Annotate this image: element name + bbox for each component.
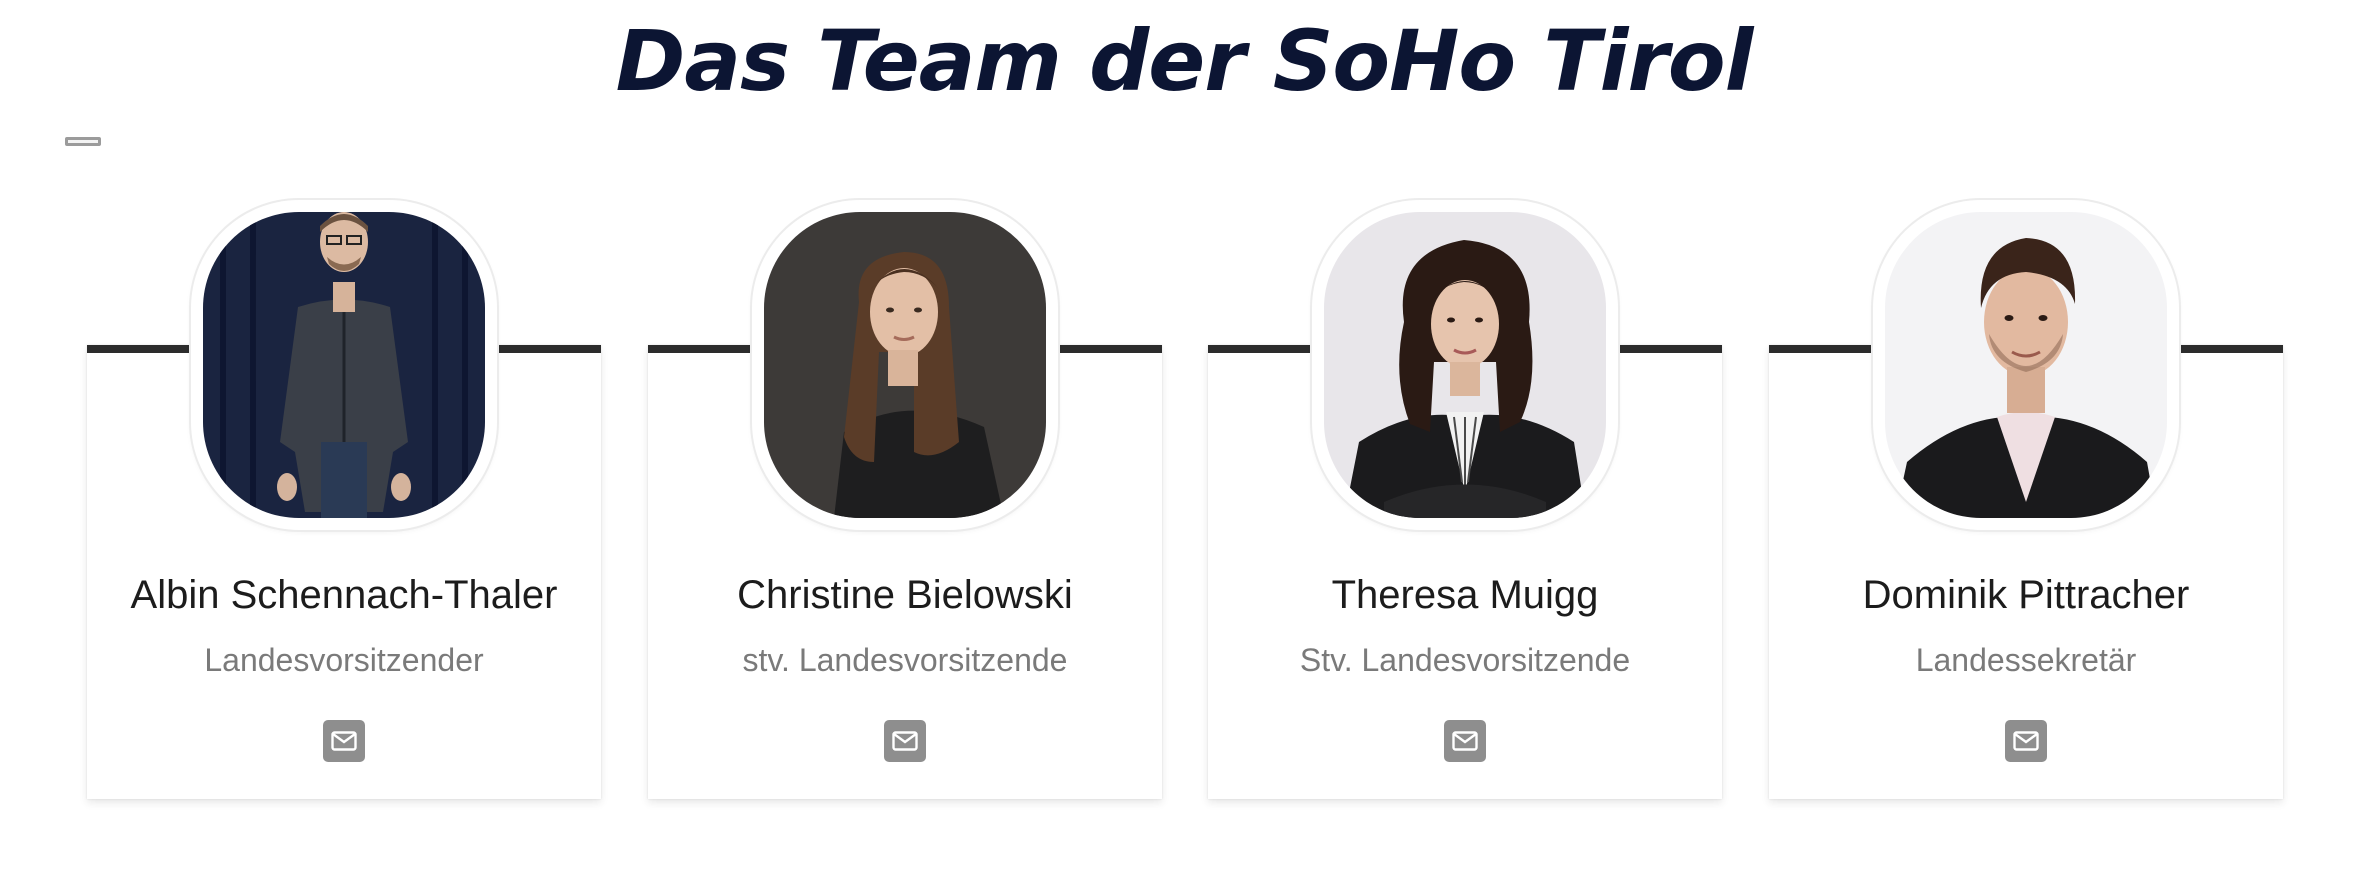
team-card: Dominik Pittracher Landessekretär bbox=[1769, 200, 2283, 800]
member-name: Christine Bielowski bbox=[737, 573, 1073, 617]
slider-control[interactable] bbox=[65, 137, 101, 146]
mail-button[interactable] bbox=[1444, 720, 1486, 762]
mail-icon bbox=[1452, 731, 1478, 751]
avatar-frame bbox=[191, 200, 497, 530]
mail-button[interactable] bbox=[2005, 720, 2047, 762]
mail-button[interactable] bbox=[323, 720, 365, 762]
member-name: Dominik Pittracher bbox=[1862, 573, 2190, 617]
team-card: Albin Schennach-Thaler Landesvorsitzende… bbox=[87, 200, 601, 800]
team-card: Theresa Muigg Stv. Landesvorsitzende bbox=[1208, 200, 1722, 800]
page-title: Das Team der SoHo Tirol bbox=[615, 12, 1754, 110]
member-name: Albin Schennach-Thaler bbox=[130, 573, 558, 617]
avatar-frame bbox=[752, 200, 1058, 530]
avatar-frame bbox=[1873, 200, 2179, 530]
member-role: Landesvorsitzender bbox=[204, 642, 484, 678]
mail-icon bbox=[892, 731, 918, 751]
member-name: Theresa Muigg bbox=[1331, 573, 1599, 617]
avatar-frame bbox=[1312, 200, 1618, 530]
avatar bbox=[764, 212, 1046, 518]
avatar bbox=[1324, 212, 1606, 518]
member-role: stv. Landesvorsitzende bbox=[742, 642, 1068, 678]
member-role: Landessekretär bbox=[1915, 642, 2137, 678]
mail-button[interactable] bbox=[884, 720, 926, 762]
avatar bbox=[203, 212, 485, 518]
avatar bbox=[1885, 212, 2167, 518]
member-role: Stv. Landesvorsitzende bbox=[1299, 642, 1631, 678]
mail-icon bbox=[2013, 731, 2039, 751]
team-grid: Albin Schennach-Thaler Landesvorsitzende… bbox=[0, 200, 2368, 820]
team-card: Christine Bielowski stv. Landesvorsitzen… bbox=[648, 200, 1162, 800]
mail-icon bbox=[331, 731, 357, 751]
